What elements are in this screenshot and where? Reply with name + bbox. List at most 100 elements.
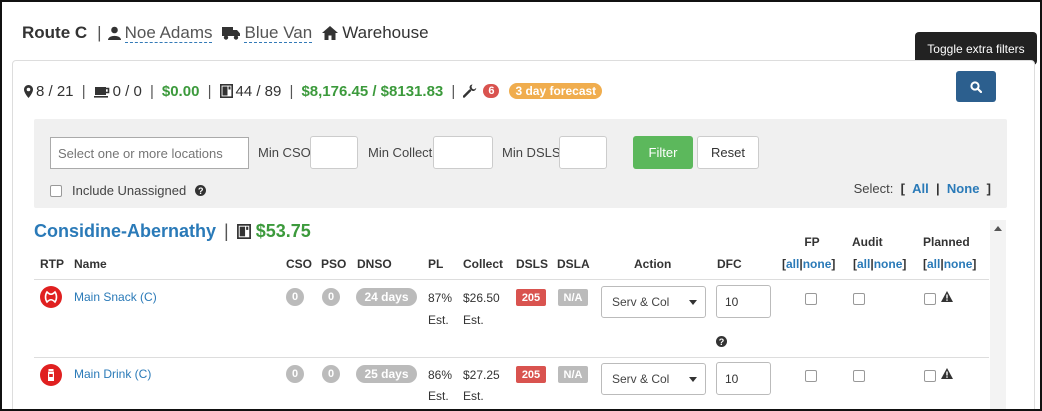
filters-panel: Min CSO Min Collect Min DSLS Filter Rese… [34,119,1007,208]
row-divider [34,357,989,358]
fp-select-links: [all|none] [782,257,836,271]
toggle-filters-button[interactable] [956,71,996,102]
dsla-badge: N/A [558,289,588,306]
fp-none-link[interactable]: none [803,257,832,271]
planned-select-links: [all|none] [923,257,977,271]
pl-value: 86% [428,368,453,382]
separator: | [77,82,86,100]
machine-name-link[interactable]: Main Snack (C) [74,290,157,304]
chevron-down-icon [689,377,697,382]
audit-checkbox[interactable] [853,293,865,305]
include-unassigned-label: Include Unassigned [72,183,187,198]
planned-all-link[interactable]: all [927,257,940,271]
dfc-input[interactable]: 10 [716,285,771,318]
audit-select-links: [all|none] [853,257,907,271]
separator: | [145,82,154,100]
planned-none-link[interactable]: none [944,257,973,271]
scrollbar[interactable] [990,220,1006,409]
coffee-cup-icon [93,85,110,98]
driver-link[interactable]: Noe Adams [124,23,213,43]
fp-all-link[interactable]: all [786,257,799,271]
select-all-link[interactable]: All [912,181,929,196]
dfc-input[interactable]: 10 [716,362,771,395]
drink-icon [40,364,62,386]
min-cso-label: Min CSO [258,145,311,160]
col-fp: FP [804,235,820,249]
location-name-link[interactable]: Considine-Abernathy [34,221,216,242]
user-icon [107,26,121,40]
vehicle-link[interactable]: Blue Van [244,23,313,43]
locations-select-input[interactable] [50,137,249,169]
min-cso-input[interactable] [310,136,358,169]
col-dsls: DSLS [516,257,549,271]
col-pso: PSO [321,257,347,271]
stats-bar: 8 / 21 | 0 / 0 | $0.00 | 44 / 89 | $8,17… [24,82,603,100]
search-icon [970,80,982,93]
col-collect: Collect [463,257,504,271]
col-name: Name [74,257,107,271]
min-dsls-input[interactable] [559,136,607,169]
filter-button[interactable]: Filter [633,136,693,169]
pl-est: Est. [428,389,449,403]
col-dfc: DFC [717,257,742,271]
help-icon[interactable]: ? [716,336,727,347]
location-group: Warehouse [322,23,429,43]
select-none-link[interactable]: None [947,181,980,196]
fp-checkbox[interactable] [805,370,817,382]
planned-checkbox[interactable] [924,370,936,382]
reset-button[interactable]: Reset [697,136,759,169]
route-header: Route C | Noe Adams Blue Van Warehouse [22,21,439,45]
action-select[interactable]: Serv & Col [601,363,706,395]
cso-value: 0 [286,365,304,383]
select-label: Select: [853,181,894,196]
min-collect-input[interactable] [433,136,493,169]
action-select-value: Serv & Col [612,295,670,309]
separator: | [447,82,456,100]
home-icon [322,26,339,40]
col-planned: Planned [923,235,970,249]
col-cso: CSO [286,257,313,271]
dnso-value: 25 days [356,365,417,383]
action-select[interactable]: Serv & Col [601,286,706,318]
col-dsla: DSLA [557,257,590,271]
snack-icon [40,286,62,308]
col-audit: Audit [852,235,883,249]
map-marker-icon [24,84,33,98]
collect-est: Est. [463,313,484,327]
audit-all-link[interactable]: all [857,257,870,271]
machine-icon [236,224,251,239]
audit-none-link[interactable]: none [874,257,903,271]
warning-icon [941,291,953,302]
collect-value: $26.50 [463,291,500,305]
scroll-up-arrow-icon[interactable] [994,226,1002,231]
dsla-badge: N/A [558,366,588,383]
include-unassigned-row: Include Unassigned ? [50,183,207,198]
col-rtp: RTP [40,257,64,271]
select-controls: Select: [ All | None ] [853,181,991,196]
dnso-value: 24 days [356,288,417,306]
collect-value: $27.25 [463,368,500,382]
separator: | [203,82,212,100]
planned-checkbox[interactable] [924,293,936,305]
chevron-down-icon [689,300,697,305]
route-title: Route C [22,23,88,42]
fp-checkbox[interactable] [805,293,817,305]
truck-icon [222,27,241,40]
pl-value: 87% [428,291,453,305]
dsls-badge: 205 [516,366,546,383]
machine-icon [219,84,233,98]
col-pl: PL [428,257,444,271]
collect-est: Est. [463,389,484,403]
location-amount: $53.75 [255,221,311,241]
dsls-badge: 205 [516,289,546,306]
header-divider [34,279,989,280]
help-icon[interactable]: ? [195,185,207,196]
forecast-badge[interactable]: 3 day forecast [509,83,603,99]
pso-value: 0 [322,288,340,306]
driver-group: Noe Adams [107,23,213,43]
separator: | [97,23,102,42]
machine-name-link[interactable]: Main Drink (C) [74,367,151,381]
audit-checkbox[interactable] [853,370,865,382]
separator: | [285,82,294,100]
include-unassigned-checkbox[interactable] [50,184,62,197]
